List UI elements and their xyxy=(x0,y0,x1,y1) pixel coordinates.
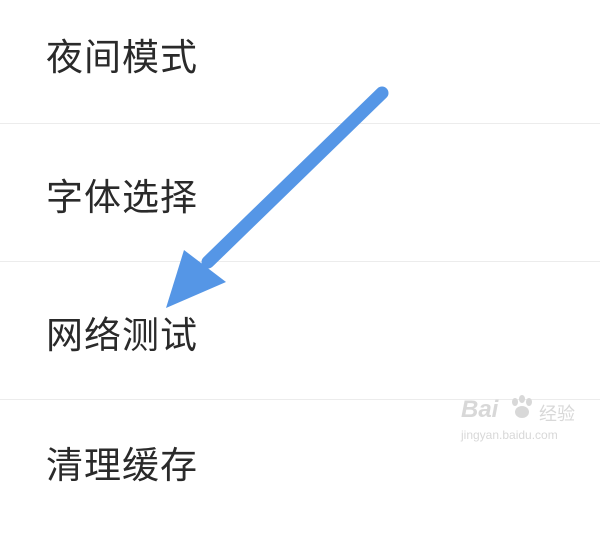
settings-item-label: 网络测试 xyxy=(46,314,198,357)
watermark-suffix: 经验 xyxy=(539,404,575,425)
settings-list: 夜间模式 字体选择 网络测试 清理缓存 xyxy=(0,0,600,484)
settings-item-label: 夜间模式 xyxy=(46,36,198,79)
settings-item-label: 清理缓存 xyxy=(46,444,198,487)
paw-logo-icon xyxy=(512,395,532,418)
watermark-domain: jingyan.baidu.com xyxy=(461,428,558,442)
watermark-brand: Bai xyxy=(461,396,499,423)
settings-item-font-selection[interactable]: 字体选择 xyxy=(0,124,600,262)
baidu-jingyan-watermark: Bai 经验 jingyan.baidu.com xyxy=(455,392,575,452)
settings-item-network-test[interactable]: 网络测试 xyxy=(0,262,600,400)
settings-item-night-mode[interactable]: 夜间模式 xyxy=(0,0,600,138)
settings-item-label: 字体选择 xyxy=(46,176,198,219)
